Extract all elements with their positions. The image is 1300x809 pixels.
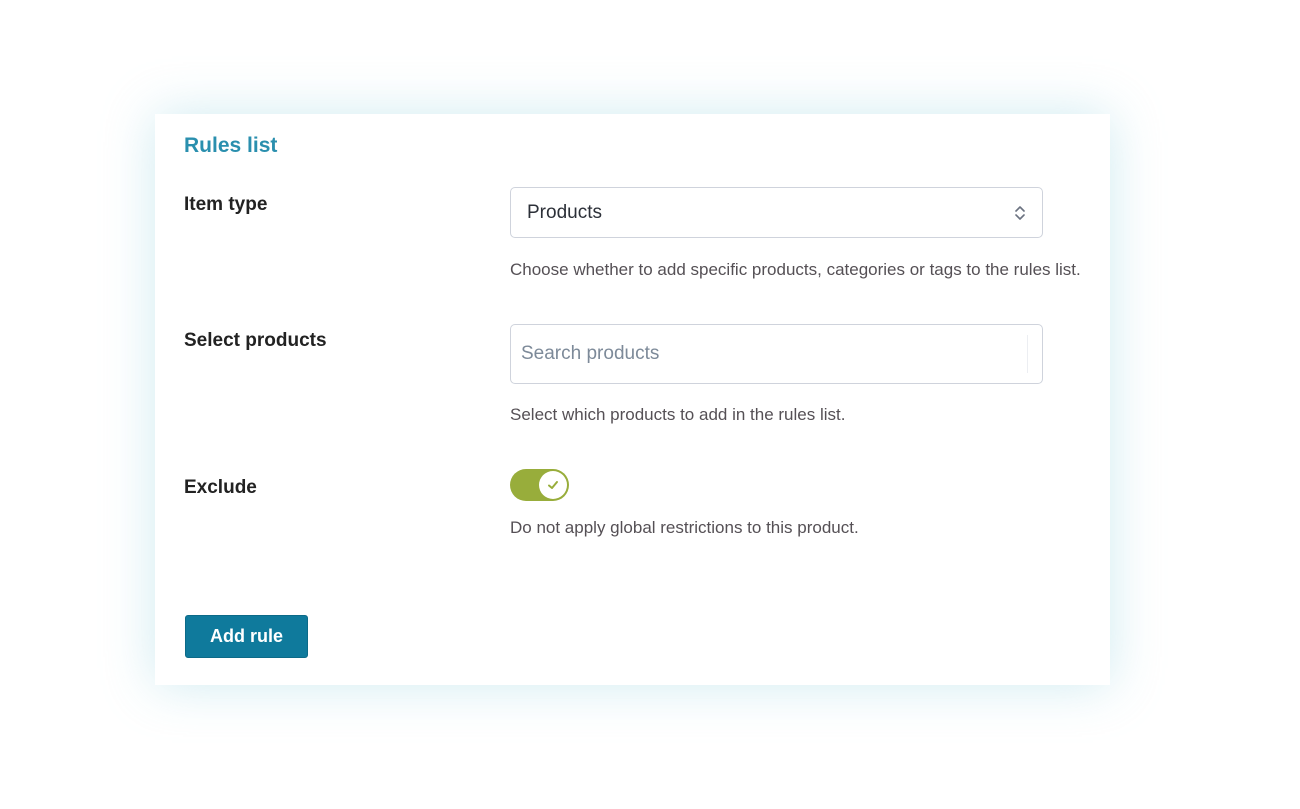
search-field-divider: [1027, 335, 1028, 373]
exclude-help: Do not apply global restrictions to this…: [510, 518, 859, 537]
exclude-toggle[interactable]: [510, 469, 569, 501]
search-products-input[interactable]: [521, 333, 1028, 375]
select-products-field[interactable]: [510, 324, 1043, 384]
rules-list-panel: Rules list Item type Products Choose whe…: [155, 114, 1110, 685]
select-products-label: Select products: [184, 330, 327, 351]
chevron-up-down-icon: [1015, 206, 1025, 220]
item-type-label: Item type: [184, 194, 268, 215]
check-icon: [548, 481, 558, 489]
panel-title: Rules list: [184, 134, 278, 157]
exclude-label: Exclude: [184, 477, 257, 498]
add-rule-button[interactable]: Add rule: [185, 615, 308, 658]
item-type-select[interactable]: Products: [510, 187, 1043, 238]
select-products-help: Select which products to add in the rule…: [510, 405, 846, 424]
item-type-selected-value: Products: [527, 201, 602, 223]
item-type-help: Choose whether to add specific products,…: [510, 260, 1081, 279]
toggle-knob: [539, 471, 567, 499]
